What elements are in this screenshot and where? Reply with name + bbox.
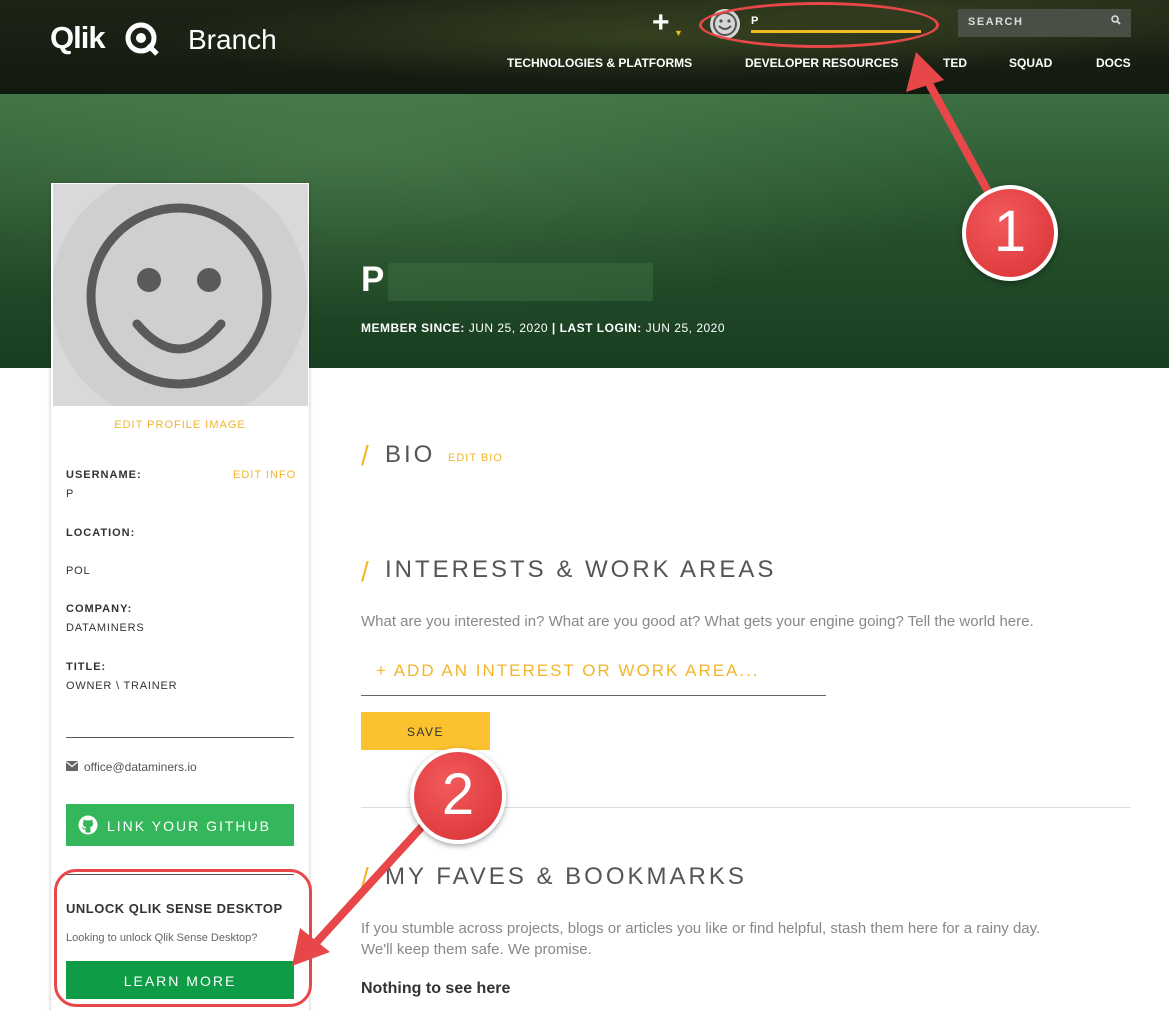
section-slash-decoration: / (361, 440, 369, 471)
username-value: P (66, 488, 75, 500)
edit-bio-link[interactable]: EDIT BIO (448, 452, 503, 464)
faves-heading: MY FAVES & BOOKMARKS (385, 863, 747, 890)
link-github-button[interactable]: LINK YOUR GITHUB (66, 804, 294, 846)
location-label: LOCATION: (66, 527, 136, 539)
add-interest-input[interactable]: + ADD AN INTEREST OR WORK AREA... (376, 661, 760, 681)
title-label: TITLE: (66, 661, 107, 673)
last-login-label: LAST LOGIN: (559, 321, 642, 335)
faves-description: If you stumble across projects, blogs or… (361, 920, 1041, 958)
nav-squad[interactable]: SQUAD (1009, 56, 1052, 70)
redacted-name-blur (388, 263, 653, 301)
qlik-logo-q-icon (125, 22, 159, 56)
annotation-rect-unlock-section (54, 869, 312, 1007)
qlik-logo[interactable]: Qlik (50, 20, 106, 56)
sidebar-divider (66, 737, 294, 738)
email-link[interactable]: office@dataminers.io (84, 760, 197, 774)
chevron-down-icon: ▼ (674, 28, 683, 38)
member-since-value: JUN 25, 2020 (468, 321, 549, 335)
bio-heading: BIO (385, 441, 436, 468)
section-slash-decoration: / (361, 862, 369, 893)
member-since-label: MEMBER SINCE: (361, 321, 465, 335)
username-label: USERNAME: (66, 469, 142, 481)
smiley-icon (53, 184, 307, 406)
company-label: COMPANY: (66, 603, 133, 615)
annotation-ellipse-user-menu (699, 2, 939, 48)
profile-name: P (361, 260, 385, 299)
edit-profile-image-link[interactable]: EDIT PROFILE IMAGE (51, 419, 309, 431)
search-icon[interactable] (1111, 15, 1121, 25)
profile-avatar[interactable] (53, 184, 308, 406)
annotation-badge-2: 2 (410, 748, 506, 844)
title-value: OWNER \ TRAINER (66, 680, 178, 692)
interests-description: What are you interested in? What are you… (361, 613, 1034, 630)
section-slash-decoration: / (361, 556, 369, 587)
last-login-value: JUN 25, 2020 (645, 321, 726, 335)
member-info: MEMBER SINCE: JUN 25, 2020 | LAST LOGIN:… (361, 321, 725, 335)
interests-heading: INTERESTS & WORK AREAS (385, 556, 777, 583)
location-value: POL (66, 565, 91, 577)
company-value: DATAMINERS (66, 622, 145, 634)
search-input[interactable]: SEARCH (958, 9, 1131, 37)
save-button[interactable]: SAVE (361, 712, 490, 750)
edit-info-link[interactable]: EDIT INFO (233, 469, 296, 481)
member-separator: | (551, 321, 556, 335)
nav-technologies-platforms[interactable]: TECHNOLOGIES & PLATFORMS (507, 56, 692, 70)
nav-developer-resources[interactable]: DEVELOPER RESOURCES (745, 56, 898, 70)
brand-name[interactable]: Branch (188, 24, 277, 56)
github-icon (78, 815, 98, 835)
empty-faves-message: Nothing to see here (361, 980, 511, 997)
add-interest-underline (361, 695, 826, 696)
nav-ted[interactable]: TED (943, 56, 967, 70)
nav-docs[interactable]: DOCS (1096, 56, 1131, 70)
envelope-icon (66, 761, 78, 771)
annotation-badge-1: 1 (962, 185, 1058, 281)
